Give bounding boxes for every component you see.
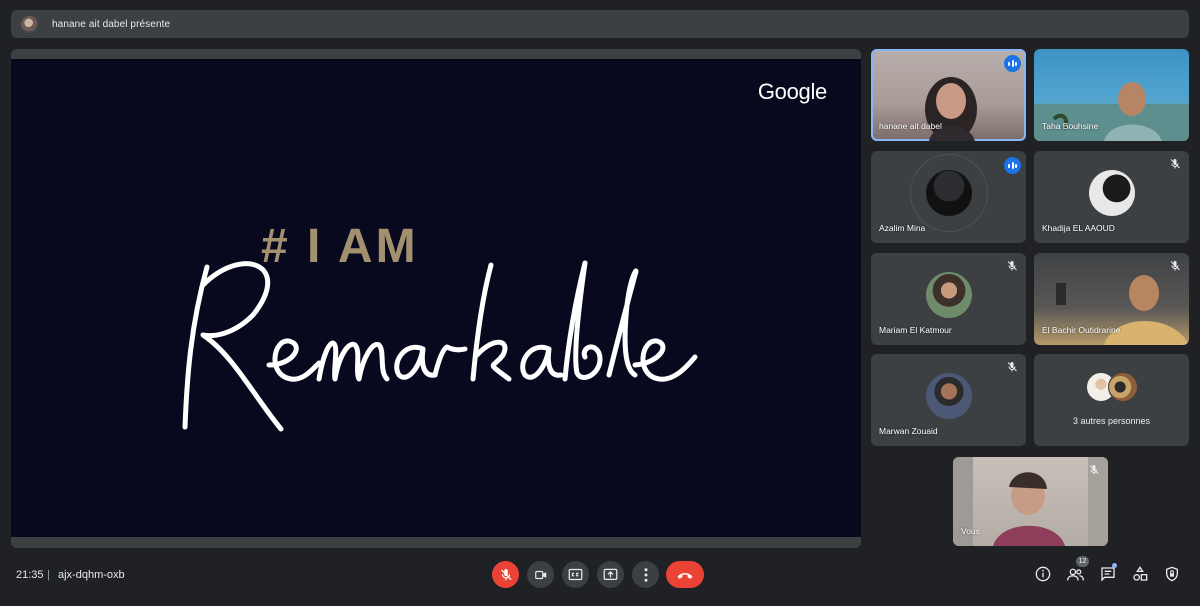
avatar	[925, 373, 972, 420]
meeting-code[interactable]: ajx-dqhm-oxb	[58, 569, 125, 581]
mic-off-icon	[1170, 159, 1180, 169]
presentation-stage[interactable]: Google # I AM	[11, 49, 861, 548]
meeting-details-button[interactable]	[1033, 564, 1053, 584]
people-button[interactable]	[1065, 564, 1085, 584]
chat-icon	[1101, 567, 1115, 582]
mic-off-icon	[1007, 362, 1017, 372]
present-screen-icon	[603, 568, 618, 580]
remarkable-script	[182, 260, 698, 432]
participant-tile[interactable]: Azalim Mina	[871, 151, 1026, 243]
others-tile[interactable]: 3 autres personnes	[1034, 354, 1189, 446]
mic-toggle-button[interactable]	[492, 561, 519, 588]
activities-button[interactable]	[1130, 564, 1150, 584]
avatar	[925, 272, 972, 319]
google-logo: Google	[757, 79, 827, 104]
avatar	[925, 170, 972, 217]
participant-name: Khadija EL AAOUD	[1042, 223, 1115, 233]
mic-off-icon	[1170, 261, 1180, 271]
participant-name: Mariam El Katmour	[879, 325, 952, 335]
presenter-banner-text: hanane ait dabel présente	[52, 18, 171, 30]
others-avatars	[1085, 372, 1138, 402]
shield-lock-icon	[1166, 566, 1178, 582]
self-view-tile[interactable]: Vous	[953, 457, 1108, 546]
more-options-button[interactable]	[632, 561, 659, 588]
meet-window: hanane ait dabel présente Google # I AM	[0, 0, 1200, 606]
unread-dot	[1112, 563, 1117, 568]
people-count-badge: 12	[1076, 556, 1089, 567]
mic-off-icon	[500, 568, 512, 580]
participant-name: Marwan Zouaid	[879, 426, 938, 436]
separator: |	[47, 569, 50, 581]
present-now-button[interactable]	[597, 561, 624, 588]
videocam-icon	[534, 570, 546, 579]
mic-off-icon	[1089, 465, 1099, 475]
participant-tile[interactable]: hanane ait dabel	[871, 49, 1026, 141]
speaking-indicator-icon	[1004, 55, 1021, 72]
participant-tile[interactable]: Taha Bouhsine	[1034, 49, 1189, 141]
info-icon	[1035, 566, 1051, 582]
call-end-icon	[677, 572, 693, 579]
participant-tile[interactable]: El Bachir Outidrarine	[1034, 253, 1189, 345]
clock: 21:35	[16, 569, 44, 581]
speaking-indicator-icon	[1004, 157, 1021, 174]
more-vert-icon	[644, 567, 647, 582]
leave-call-button[interactable]	[666, 561, 704, 588]
participant-tile[interactable]: Marwan Zouaid	[871, 354, 1026, 446]
participant-name: Taha Bouhsine	[1042, 121, 1099, 131]
host-controls-button[interactable]	[1162, 564, 1182, 584]
people-icon	[1066, 568, 1084, 580]
captions-button[interactable]	[562, 561, 589, 588]
closed-captions-icon	[568, 568, 583, 581]
slide: Google # I AM	[11, 59, 861, 537]
participant-tile[interactable]: Mariam El Katmour	[871, 253, 1026, 345]
mic-off-icon	[1007, 261, 1017, 271]
self-name: Vous	[961, 526, 980, 536]
avatar	[1088, 170, 1135, 217]
presenter-avatar	[21, 15, 38, 33]
activities-icon	[1133, 566, 1148, 581]
participant-name: Azalim Mina	[879, 223, 926, 233]
presenter-banner[interactable]: hanane ait dabel présente	[11, 10, 1189, 38]
participant-name: El Bachir Outidrarine	[1042, 325, 1121, 335]
camera-toggle-button[interactable]	[527, 561, 554, 588]
participant-name: hanane ait dabel	[879, 121, 942, 131]
others-label: 3 autres personnes	[1072, 416, 1151, 426]
control-bar: 21:35 | ajx-dqhm-oxb 12	[0, 552, 1200, 606]
participant-tile[interactable]: Khadija EL AAOUD	[1034, 151, 1189, 243]
avatar	[1107, 372, 1138, 402]
